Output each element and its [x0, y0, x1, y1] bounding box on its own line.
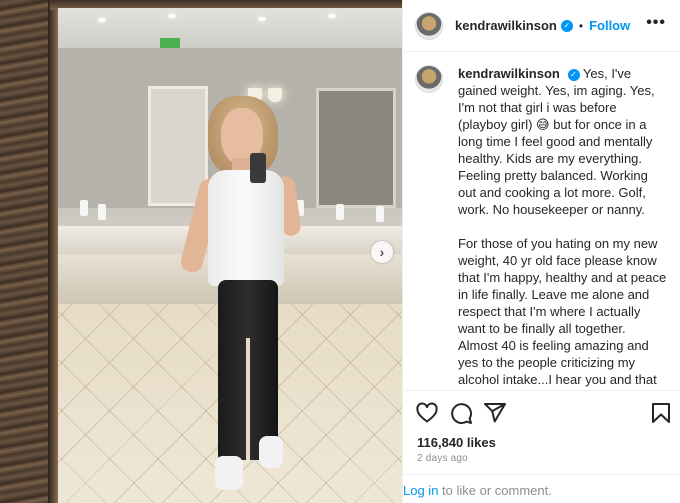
mirror-frame-left	[0, 0, 58, 503]
post-image[interactable]: ›	[0, 0, 402, 503]
verified-badge-icon: ✓	[560, 19, 573, 32]
share-icon[interactable]	[483, 401, 507, 425]
person	[58, 8, 402, 503]
action-bar	[403, 390, 680, 434]
post-panel: kendrawilkinson ✓ • Follow ••• kendrawil…	[402, 0, 680, 503]
post-timestamp[interactable]: 2 days ago	[417, 453, 468, 464]
verified-badge-icon: ✓	[567, 68, 580, 81]
comment-icon[interactable]	[449, 401, 473, 425]
caption-avatar[interactable]	[415, 65, 443, 93]
caption-area[interactable]: kendrawilkinson ✓ Yes, I've gained weigh…	[403, 53, 680, 390]
post-header: kendrawilkinson ✓ • Follow •••	[403, 0, 680, 52]
caption-username[interactable]: kendrawilkinson	[458, 66, 560, 81]
likes-count[interactable]: 116,840 likes	[417, 435, 496, 450]
login-link[interactable]: Log in	[403, 483, 438, 498]
caption: kendrawilkinson ✓ Yes, I've gained weigh…	[458, 65, 667, 390]
phone	[250, 153, 266, 183]
login-bar: Log in to like or comment.	[403, 474, 680, 503]
login-prompt-text: to like or comment.	[438, 483, 552, 498]
separator-dot: •	[578, 18, 584, 33]
bookmark-icon[interactable]	[649, 401, 673, 425]
username-link[interactable]: kendrawilkinson	[455, 18, 557, 33]
mirror-reflection	[58, 8, 402, 503]
next-image-button[interactable]: ›	[371, 241, 393, 263]
chevron-right-icon: ›	[379, 244, 385, 260]
more-icon[interactable]: •••	[646, 14, 666, 32]
caption-paragraph-2: For those of you hating on my new weight…	[458, 236, 667, 390]
caption-paragraph-1: Yes, I've gained weight. Yes, im aging. …	[458, 66, 655, 217]
avatar[interactable]	[415, 11, 443, 40]
follow-button[interactable]: Follow	[589, 18, 630, 33]
heart-icon[interactable]	[415, 401, 439, 425]
